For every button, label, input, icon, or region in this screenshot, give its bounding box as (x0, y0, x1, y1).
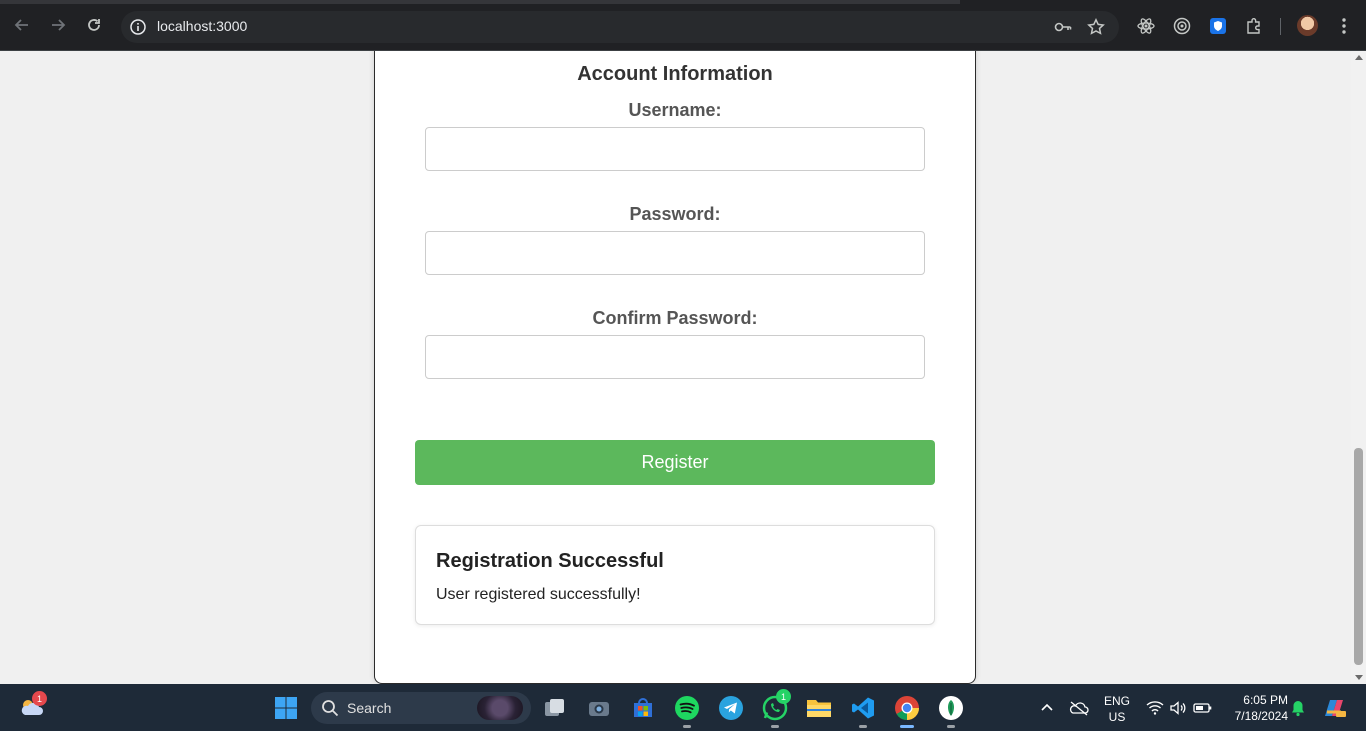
onedrive-offline-icon[interactable] (1065, 694, 1093, 722)
success-title: Registration Successful (436, 550, 664, 572)
search-icon (321, 699, 339, 721)
address-bar[interactable]: localhost:3000 (121, 11, 1119, 43)
microsoft-store-icon[interactable] (629, 694, 657, 722)
taskbar: 1 Search 1 ENG US 6:05 PM 7/18/2024 (0, 684, 1366, 731)
register-button[interactable]: Register (415, 440, 935, 485)
scroll-thumb[interactable] (1354, 448, 1363, 665)
language-line1[interactable]: ENG (1101, 694, 1133, 708)
react-devtools-icon[interactable] (1137, 17, 1155, 35)
task-view-icon[interactable] (541, 694, 569, 722)
reload-icon[interactable] (83, 14, 105, 36)
spotify-running-indicator (683, 725, 691, 728)
whatsapp-badge: 1 (776, 689, 791, 704)
extension-shield-icon[interactable] (1209, 17, 1227, 35)
profile-avatar[interactable] (1297, 15, 1318, 36)
app-leaf-icon[interactable] (937, 694, 965, 722)
browser-toolbar: localhost:3000 (0, 0, 1366, 51)
volume-icon[interactable] (1164, 694, 1192, 722)
whatsapp-running-indicator (771, 725, 779, 728)
windows-start-icon[interactable] (272, 694, 300, 722)
extension-circle-icon[interactable] (1173, 17, 1191, 35)
scroll-down-arrow-icon[interactable] (1355, 675, 1363, 680)
spotify-icon[interactable] (673, 694, 701, 722)
section-title: Account Information (577, 63, 773, 85)
chrome-icon[interactable] (893, 694, 921, 722)
page-scrollbar[interactable] (1351, 51, 1366, 684)
password-input[interactable] (425, 231, 925, 275)
search-highlight-image (477, 696, 523, 720)
back-icon[interactable] (11, 14, 33, 36)
battery-icon[interactable] (1189, 694, 1217, 722)
username-label: Username: (628, 100, 722, 120)
chevron-up-icon[interactable] (1033, 694, 1061, 722)
camera-icon[interactable] (585, 694, 613, 722)
clock-time[interactable]: 6:05 PM (1222, 693, 1288, 707)
success-message: User registered successfully! (436, 586, 641, 603)
vscode-running-indicator (859, 725, 867, 728)
password-label: Password: (629, 204, 721, 224)
site-info-icon[interactable] (129, 18, 147, 36)
telegram-icon[interactable] (717, 694, 745, 722)
success-message-box: Registration Successful User registered … (415, 525, 935, 625)
confirm-password-input[interactable] (425, 335, 925, 379)
language-line2[interactable]: US (1101, 710, 1133, 724)
registration-card: Account Information Username: Password: … (374, 51, 976, 684)
taskbar-search[interactable]: Search (311, 692, 531, 724)
password-key-icon[interactable] (1054, 18, 1072, 36)
file-explorer-icon[interactable] (805, 694, 833, 722)
app-leaf-running-indicator (947, 725, 955, 728)
extensions-puzzle-icon[interactable] (1245, 17, 1263, 35)
notification-bell-icon[interactable] (1284, 694, 1312, 722)
scroll-up-arrow-icon[interactable] (1355, 55, 1363, 60)
chrome-active-indicator (900, 725, 914, 728)
more-menu-icon[interactable] (1335, 17, 1353, 35)
search-label: Search (347, 700, 392, 716)
url-text[interactable]: localhost:3000 (157, 18, 247, 34)
toolbar-divider (1280, 18, 1281, 35)
weather-badge: 1 (32, 691, 47, 706)
username-input[interactable] (425, 127, 925, 171)
bookmark-star-icon[interactable] (1087, 18, 1105, 36)
forward-icon[interactable] (47, 14, 69, 36)
vscode-icon[interactable] (849, 694, 877, 722)
page-viewport: Account Information Username: Password: … (0, 51, 1366, 684)
confirm-password-label: Confirm Password: (592, 308, 758, 328)
clock-date[interactable]: 7/18/2024 (1222, 709, 1288, 723)
tab-strip-edge (0, 0, 960, 4)
copilot-icon[interactable] (1320, 694, 1348, 722)
